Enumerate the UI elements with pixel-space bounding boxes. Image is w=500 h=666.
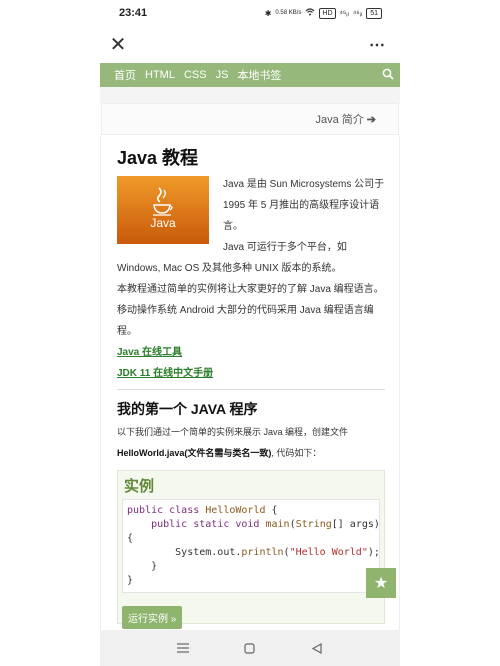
desc-filename: HelloWorld.java(文件名需与类名一致) bbox=[117, 448, 272, 458]
hd-badge: HD bbox=[319, 7, 336, 19]
code-token: System.out. bbox=[127, 547, 242, 558]
code-token: println bbox=[241, 547, 284, 558]
right-margin bbox=[400, 0, 500, 666]
logo-word: Java bbox=[150, 216, 176, 230]
section-title: 我的第一个 JAVA 程序 bbox=[117, 401, 258, 417]
bluetooth-icon: ✱ bbox=[264, 8, 272, 18]
coffee-cup-icon bbox=[153, 187, 173, 216]
code-token: [] args) bbox=[331, 519, 380, 530]
section-description: 以下我们通过一个简单的实例来展示 Java 编程，创建文件 HelloWorld… bbox=[117, 422, 385, 464]
favorite-star-icon[interactable]: ★ bbox=[366, 568, 396, 598]
code-token: public class bbox=[127, 505, 206, 516]
run-example-button[interactable]: 运行实例 » bbox=[122, 606, 183, 629]
signal-icon-2: ⁴⁶ᵢₗ bbox=[352, 8, 363, 18]
more-options-icon[interactable]: ⋯ bbox=[369, 35, 386, 55]
example-box: 实例 public class HelloWorld { public stat… bbox=[117, 470, 385, 629]
net-speed: 0.58 KB/s bbox=[275, 10, 302, 16]
code-token: "Hello World" bbox=[289, 547, 368, 558]
battery-icon: 51 bbox=[366, 7, 382, 19]
menu-icon[interactable] bbox=[175, 641, 191, 655]
page-title: Java 教程 bbox=[117, 148, 199, 168]
desc-text: 以下我们通过一个简单的实例来展示 Java 编程，创建文件 bbox=[117, 427, 349, 437]
java-online-tools-link[interactable]: Java 在线工具 bbox=[117, 342, 385, 363]
jdk11-manual-link[interactable]: JDK 11 在线中文手册 bbox=[117, 363, 385, 384]
signal-icon-1: ⁴⁶ᵢₗ bbox=[339, 8, 349, 18]
prev-page-bar[interactable]: Java 简介 ➔ bbox=[101, 103, 399, 135]
code-token: main bbox=[265, 519, 290, 530]
nav-item-bookmarks[interactable]: 本地书签 bbox=[237, 67, 281, 83]
code-token: public static void bbox=[127, 519, 266, 530]
desc-tail: , 代码如下： bbox=[271, 448, 322, 458]
status-icons: ✱ 0.58 KB/s HD ⁴⁶ᵢₗ ⁴⁶ᵢₗ 51 bbox=[264, 7, 382, 19]
intro-paragraph-4: 移动操作系统 Android 大部分的代码采用 Java 编程语言编程。 bbox=[117, 305, 374, 337]
code-token: { bbox=[265, 505, 278, 516]
back-icon[interactable] bbox=[309, 641, 325, 655]
wifi-icon bbox=[305, 8, 315, 18]
code-token: } bbox=[127, 561, 158, 572]
nav-gap bbox=[100, 87, 400, 103]
code-token: HelloWorld bbox=[205, 505, 266, 516]
nav-item-html[interactable]: HTML bbox=[145, 69, 175, 81]
site-nav: 首页 HTML CSS JS 本地书签 bbox=[100, 63, 400, 87]
phone-screen: 23:41 ✱ 0.58 KB/s HD ⁴⁶ᵢₗ ⁴⁶ᵢₗ 51 ✕ ⋯ 首页… bbox=[100, 0, 400, 666]
browser-title-bar: ✕ ⋯ bbox=[100, 28, 400, 62]
article-content: Java 教程 Java Java 是由 Sun Microsystems 公司… bbox=[100, 136, 400, 630]
home-icon[interactable] bbox=[242, 641, 258, 655]
nav-item-js[interactable]: JS bbox=[216, 69, 229, 81]
code-token: String bbox=[295, 519, 332, 530]
system-nav-bar bbox=[100, 630, 400, 666]
status-bar: 23:41 ✱ 0.58 KB/s HD ⁴⁶ᵢₗ ⁴⁶ᵢₗ 51 bbox=[100, 0, 400, 26]
left-margin bbox=[0, 0, 100, 666]
arrow-right-icon: ➔ bbox=[366, 113, 376, 126]
status-time: 23:41 bbox=[119, 7, 148, 19]
code-block: public class HelloWorld { public static … bbox=[122, 499, 380, 593]
code-token: } bbox=[127, 575, 134, 586]
java-logo: Java bbox=[117, 176, 209, 244]
example-title: 实例 bbox=[124, 478, 155, 495]
code-token: { bbox=[127, 533, 134, 544]
nav-item-home[interactable]: 首页 bbox=[114, 67, 136, 83]
prev-page-link[interactable]: Java 简介 bbox=[315, 111, 363, 127]
search-icon[interactable] bbox=[382, 67, 394, 80]
intro-paragraph-3: 本教程通过简单的实例将让大家更好的了解 Java 编程语言。 bbox=[117, 284, 384, 295]
close-icon[interactable]: ✕ bbox=[108, 35, 128, 55]
code-token: ); bbox=[367, 547, 380, 558]
nav-item-css[interactable]: CSS bbox=[184, 69, 207, 81]
divider bbox=[117, 389, 385, 390]
